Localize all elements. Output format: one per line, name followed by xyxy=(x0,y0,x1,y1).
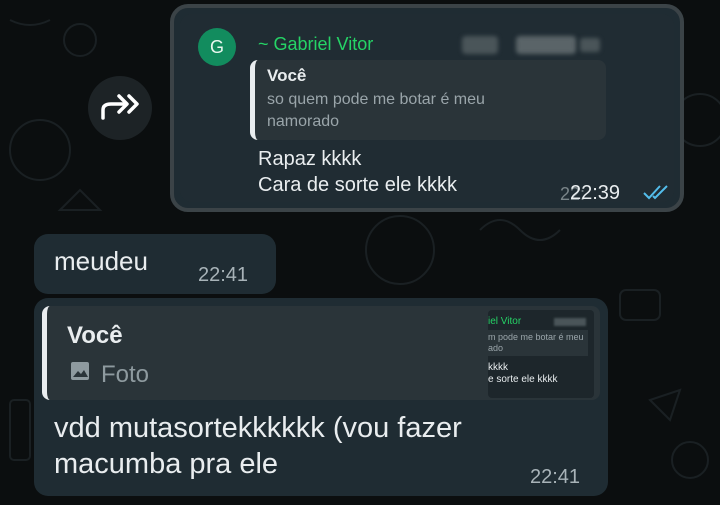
screenshot-message-text: Rapaz kkkk Cara de sorte ele kkkk xyxy=(258,146,457,198)
sender-name: ~ Gabriel Vitor xyxy=(258,34,374,54)
timestamp: 22:39 xyxy=(570,182,621,204)
sender-avatar: G xyxy=(198,28,236,66)
message-time: 22:41 xyxy=(198,264,249,286)
quote-kind-label: Foto xyxy=(101,360,150,388)
quote-author: Você xyxy=(67,322,123,349)
message-text: meudeu xyxy=(54,246,148,276)
forwarded-screenshot-image[interactable]: G ~ Gabriel Vitor Você so quem pode me b… xyxy=(170,4,684,212)
reply-message-bubble[interactable]: Você Foto iel Vitor m pode me botar é me… xyxy=(34,298,608,496)
message-line1: Rapaz kkkk xyxy=(258,148,362,170)
forward-button[interactable] xyxy=(88,76,152,140)
thumb-sender-name: iel Vitor xyxy=(488,316,522,327)
image-icon xyxy=(69,360,91,389)
message-time: 22:41 xyxy=(530,466,581,488)
forward-icon xyxy=(99,92,141,125)
redacted-phone-blur xyxy=(554,318,586,326)
thumb-body-line2: e sorte ele kkkk xyxy=(488,374,558,385)
incoming-message-bubble[interactable]: meudeu 22:41 xyxy=(34,234,276,294)
redacted-phone-blur xyxy=(462,36,498,54)
message-text: vdd mutasortekkkkkk (vou fazer macumba p… xyxy=(54,412,462,480)
screenshot-quoted-message: Você so quem pode me botar é meu namorad… xyxy=(250,60,606,140)
message-line2: Cara de sorte ele kkkk xyxy=(258,174,457,196)
redacted-phone-blur xyxy=(516,36,576,54)
quote-author: Você xyxy=(267,66,307,85)
quote-text-line1: so quem pode me botar é meu xyxy=(267,91,485,108)
quote-text-line2: namorado xyxy=(267,113,340,130)
thumb-body-line1: kkkk xyxy=(488,362,508,373)
thumb-quote-line1: m pode me botar é meu xyxy=(488,332,584,342)
quoted-message[interactable]: Você Foto iel Vitor m pode me botar é me… xyxy=(42,306,600,400)
quote-kind: Foto xyxy=(69,360,149,389)
quoted-photo-thumbnail: iel Vitor m pode me botar é meu ado kkkk… xyxy=(488,310,594,398)
redacted-phone-blur xyxy=(580,38,600,52)
double-check-icon xyxy=(642,182,672,207)
thumb-quote-line2: ado xyxy=(488,343,504,353)
screenshot-message-bubble: G ~ Gabriel Vitor Você so quem pode me b… xyxy=(180,14,674,204)
